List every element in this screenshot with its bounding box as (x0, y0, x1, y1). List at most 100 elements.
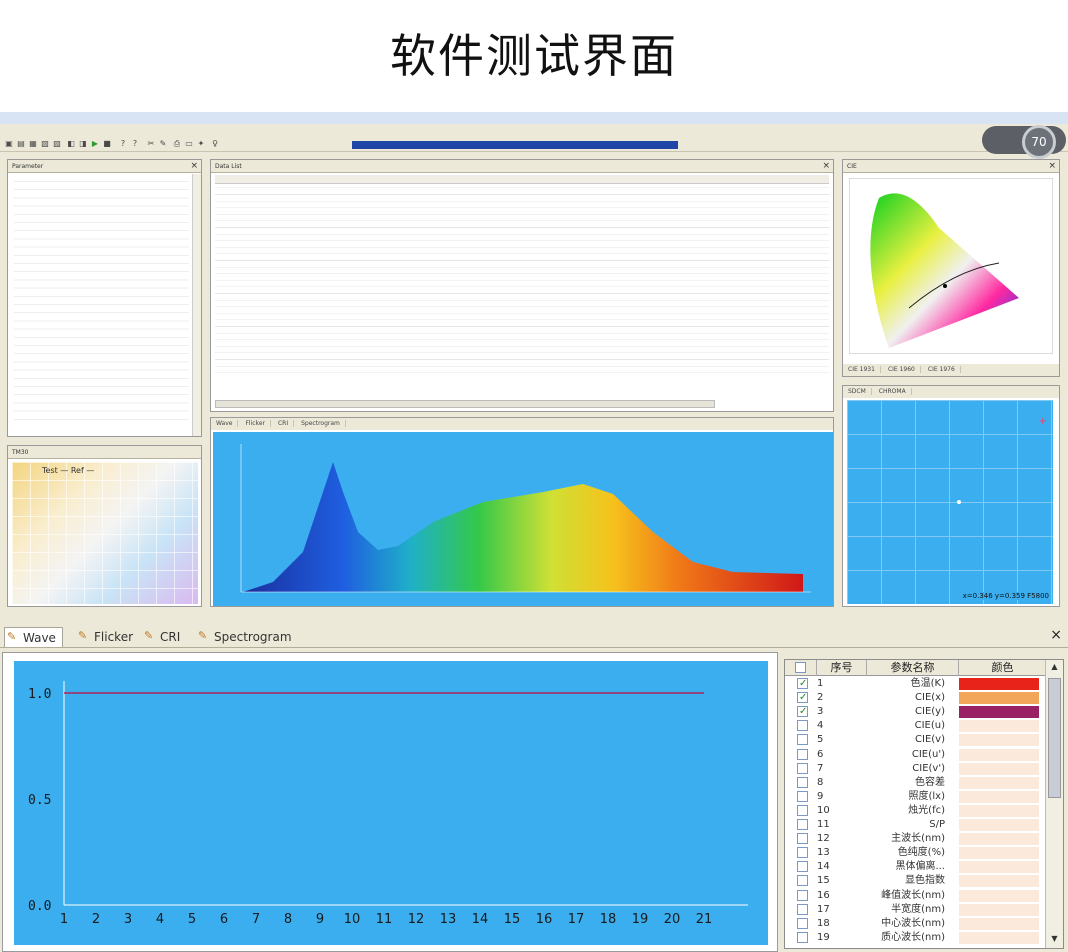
row-color-swatch[interactable] (959, 875, 1039, 888)
table-row[interactable]: 7 CIE(v') (785, 762, 1045, 776)
tab-chroma[interactable]: CHROMA (873, 388, 912, 395)
calibrate-icon[interactable]: ✎ (158, 139, 168, 149)
table-row[interactable]: 8 色容差 (785, 776, 1045, 790)
row-checkbox[interactable] (797, 819, 808, 830)
row-checkbox[interactable] (797, 677, 808, 691)
row-checkbox[interactable] (797, 917, 808, 929)
tab-flicker-mini[interactable]: Flicker (240, 420, 271, 427)
row-checkbox[interactable] (797, 705, 808, 719)
row-color-swatch[interactable] (959, 889, 1039, 902)
tab-wave[interactable]: ✎ Wave (4, 627, 63, 647)
help-icon[interactable]: ? (118, 139, 128, 149)
table-row[interactable]: 15 显色指数 (785, 874, 1045, 888)
table-row[interactable]: 14 黑体偏离... (785, 860, 1045, 874)
scroll-thumb[interactable] (1048, 678, 1061, 798)
close-icon[interactable]: × (1048, 160, 1056, 173)
tab-cri-mini[interactable]: CRI (272, 420, 295, 427)
row-color-swatch[interactable] (959, 720, 1039, 733)
data-grid[interactable] (215, 175, 829, 375)
save-icon[interactable]: ▦ (28, 139, 38, 149)
row-checkbox[interactable] (797, 734, 808, 746)
row-color-swatch[interactable] (959, 931, 1039, 944)
row-color-swatch[interactable] (959, 706, 1039, 719)
table-row[interactable]: 17 半宽度(nm) (785, 903, 1045, 917)
print-icon[interactable]: ⎙ (172, 139, 182, 149)
tab-cri[interactable]: ✎ CRI (142, 627, 180, 647)
row-color-swatch[interactable] (959, 762, 1039, 775)
row-color-swatch[interactable] (959, 748, 1039, 761)
open-icon[interactable]: ▣ (4, 139, 14, 149)
scroll-down-icon[interactable]: ▼ (1048, 934, 1061, 946)
row-color-swatch[interactable] (959, 776, 1039, 789)
tab-flicker[interactable]: ✎ Flicker (76, 627, 133, 647)
play-icon[interactable]: ▶ (90, 139, 100, 149)
row-color-swatch[interactable] (959, 734, 1039, 747)
row-color-swatch[interactable] (959, 804, 1039, 817)
tab-cie-1960[interactable]: CIE 1960 (882, 366, 921, 373)
table-row[interactable]: 12 主波长(nm) (785, 832, 1045, 846)
table-row[interactable]: 6 CIE(u') (785, 748, 1045, 762)
table-row[interactable]: 19 质心波长(nm) (785, 931, 1045, 945)
row-checkbox[interactable] (797, 691, 808, 705)
row-checkbox[interactable] (797, 931, 808, 943)
table-row[interactable]: 18 中心波长(nm) (785, 917, 1045, 931)
parameter-table-scrollbar[interactable]: ▲ ▼ (1045, 660, 1063, 948)
continuous-icon[interactable]: ◨ (78, 139, 88, 149)
about-icon[interactable]: ? (130, 139, 140, 149)
row-checkbox[interactable] (797, 790, 808, 802)
header-select-all[interactable] (785, 660, 817, 676)
tab-cie-1931[interactable]: CIE 1931 (843, 366, 881, 373)
row-name: 黑体偏离... (895, 861, 945, 873)
row-checkbox[interactable] (797, 903, 808, 915)
row-color-swatch[interactable] (959, 903, 1039, 916)
step-icon[interactable]: ◧ (66, 139, 76, 149)
table-row[interactable]: 3 CIE(y) (785, 705, 1045, 719)
row-color-swatch[interactable] (959, 833, 1039, 846)
tab-spectrogram[interactable]: ✎ Spectrogram (196, 627, 292, 647)
row-color-swatch[interactable] (959, 678, 1039, 690)
row-checkbox[interactable] (797, 875, 808, 887)
stop-icon[interactable]: ■ (102, 139, 112, 149)
row-color-swatch[interactable] (959, 790, 1039, 803)
table-row[interactable]: 16 峰值波长(nm) (785, 889, 1045, 903)
table-row[interactable]: 2 CIE(x) (785, 691, 1045, 705)
preview-icon[interactable]: ▭ (184, 139, 194, 149)
row-checkbox[interactable] (797, 776, 808, 788)
row-color-swatch[interactable] (959, 692, 1039, 705)
folder-icon[interactable]: ▤ (16, 139, 26, 149)
row-color-swatch[interactable] (959, 861, 1039, 874)
light-icon[interactable]: ♀ (210, 139, 220, 149)
table-row[interactable]: 13 色纯度(%) (785, 846, 1045, 860)
row-checkbox[interactable] (797, 762, 808, 774)
table-row[interactable]: 4 CIE(u) (785, 719, 1045, 733)
tools-icon[interactable]: ✂ (146, 139, 156, 149)
row-checkbox[interactable] (797, 748, 808, 760)
row-checkbox[interactable] (797, 889, 808, 901)
close-icon[interactable]: × (822, 160, 830, 173)
table-row[interactable]: 9 照度(lx) (785, 790, 1045, 804)
export-icon[interactable]: ▨ (52, 139, 62, 149)
row-checkbox[interactable] (797, 847, 808, 859)
tab-cie-1976[interactable]: CIE 1976 (922, 366, 961, 373)
save-as-icon[interactable]: ▧ (40, 139, 50, 149)
row-color-swatch[interactable] (959, 819, 1039, 831)
settings-icon[interactable]: ✦ (196, 139, 206, 149)
row-checkbox[interactable] (797, 804, 808, 816)
data-list-hscroll[interactable] (215, 400, 715, 408)
tab-sdcm[interactable]: SDCM (843, 388, 872, 395)
row-checkbox[interactable] (797, 720, 808, 732)
tab-wave-mini[interactable]: Wave (211, 420, 239, 427)
close-icon[interactable]: × (1050, 627, 1062, 643)
table-row[interactable]: 5 CIE(v) (785, 733, 1045, 747)
scroll-up-icon[interactable]: ▲ (1048, 662, 1061, 674)
table-row[interactable]: 10 烛光(fc) (785, 804, 1045, 818)
row-checkbox[interactable] (797, 833, 808, 845)
close-icon[interactable]: × (190, 160, 198, 173)
table-row[interactable]: 11 S/P (785, 818, 1045, 832)
row-checkbox[interactable] (797, 861, 808, 873)
row-color-swatch[interactable] (959, 917, 1039, 930)
row-color-swatch[interactable] (959, 847, 1039, 860)
table-row[interactable]: 1 色温(K) (785, 677, 1045, 691)
parameter-scrollbar[interactable] (192, 174, 201, 436)
tab-spectrogram-mini[interactable]: Spectrogram (296, 420, 346, 427)
